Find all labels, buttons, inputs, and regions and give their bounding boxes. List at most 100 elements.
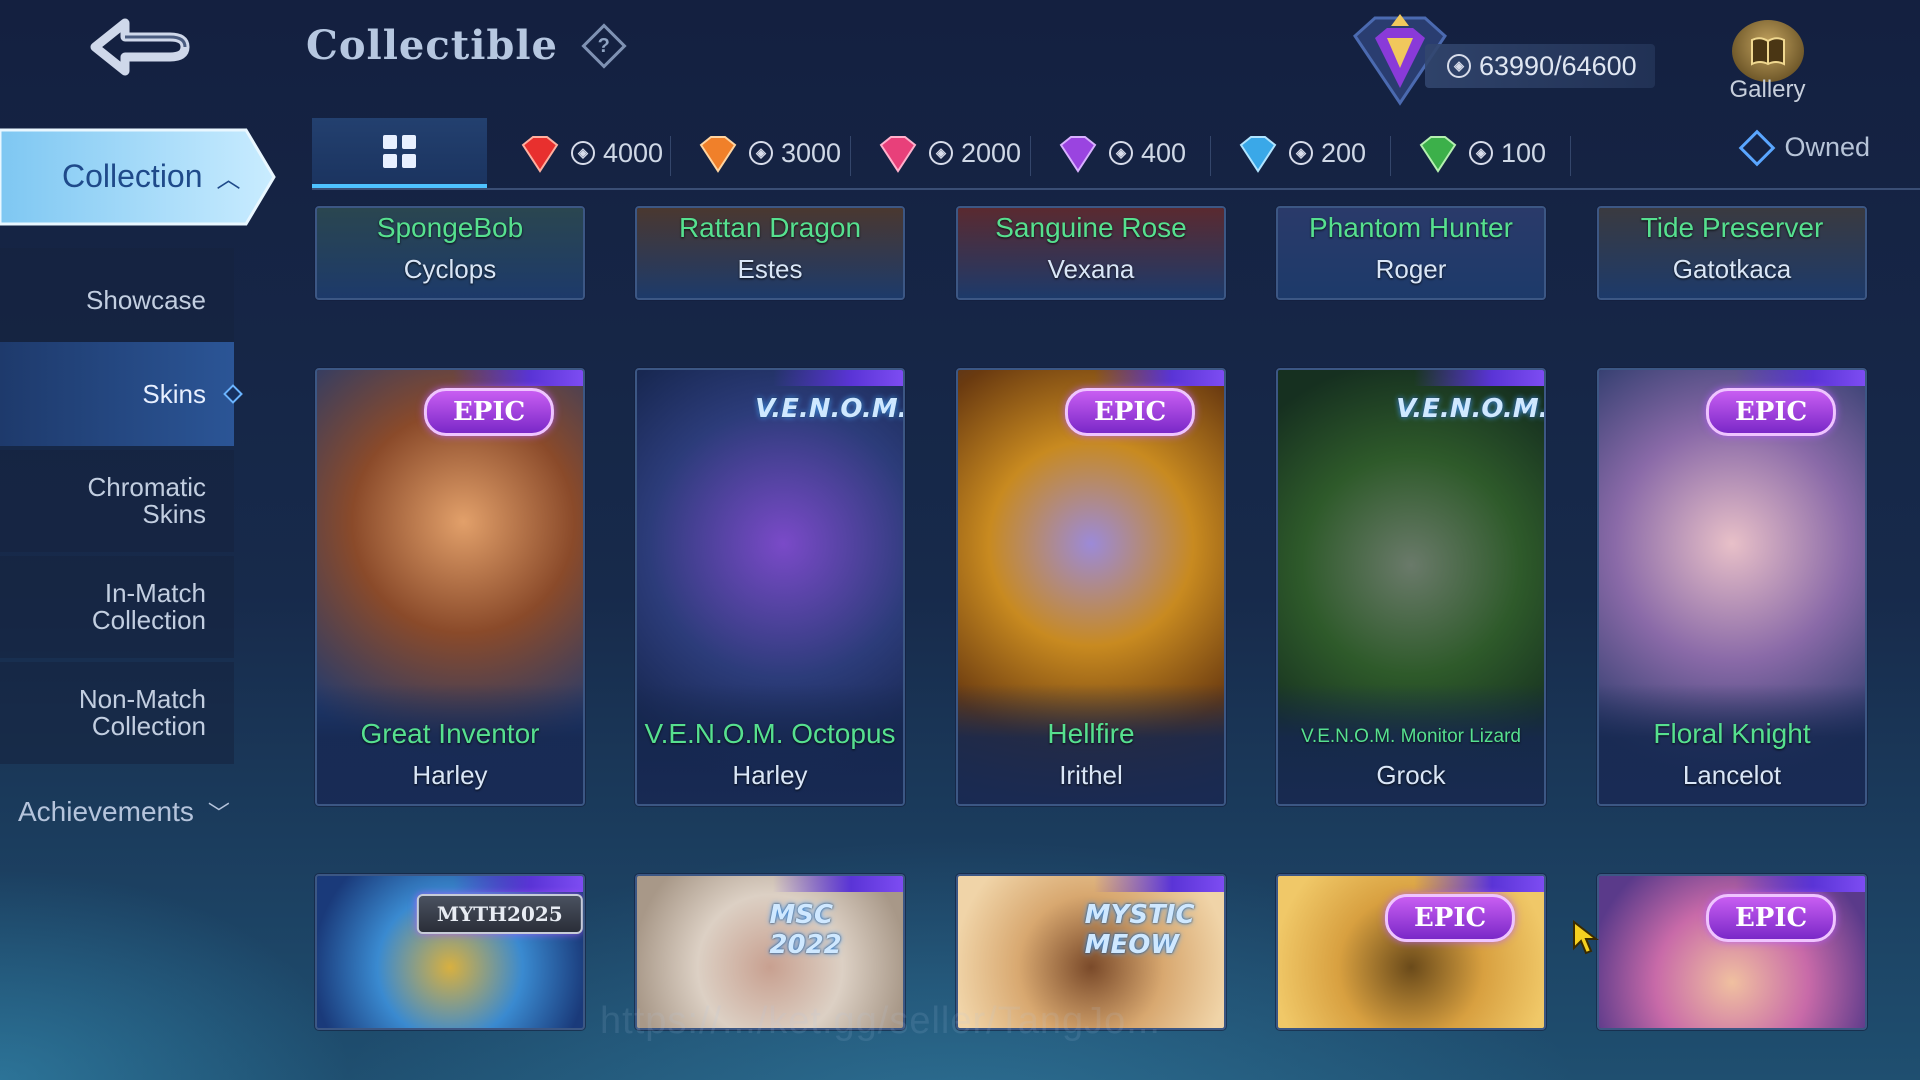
blue-gem-icon xyxy=(1239,136,1277,173)
tab-tier-200[interactable]: ◈ 200 xyxy=(1213,118,1393,188)
sidebar-item-label: Skins xyxy=(142,378,206,409)
hero-name: Vexana xyxy=(1047,254,1135,284)
skin-card-great-inventor[interactable]: EPIC Great Inventor Harley xyxy=(315,368,585,806)
sidebar-item-non-match-collection[interactable]: Non-Match Collection xyxy=(0,662,234,764)
points-value: 63990/64600 xyxy=(1479,50,1637,81)
collection-coin-icon: ◈ xyxy=(1469,141,1493,165)
tab-tier-2000[interactable]: ◈ 2000 xyxy=(853,118,1033,188)
back-arrow-icon xyxy=(90,18,190,76)
skin-name: Floral Knight xyxy=(1653,718,1811,749)
mouse-cursor-icon xyxy=(1573,920,1599,955)
skin-name: SpongeBob xyxy=(376,212,524,243)
sidebar-item-in-match-collection[interactable]: In-Match Collection xyxy=(0,556,234,658)
skin-card-venom-octopus[interactable]: V.E.N.O.M. V.E.N.O.M. Octopus Harley xyxy=(635,368,905,806)
sidebar-item-label: Chromatic Skins xyxy=(87,472,206,529)
sidebar-item-label: In-Match Collection xyxy=(91,578,206,635)
epic-badge: EPIC xyxy=(1705,388,1837,436)
card-ribbon xyxy=(1414,370,1544,386)
skin-card[interactable]: EPIC xyxy=(1597,874,1867,1030)
hero-name: Irithel xyxy=(1059,760,1123,790)
tab-divider xyxy=(1390,136,1391,176)
sidebar-achievements[interactable]: Achievements ﹀ xyxy=(18,796,230,828)
tab-divider xyxy=(1570,136,1571,176)
sidebar-item-label: Non-Match Collection xyxy=(78,684,206,741)
card-ribbon xyxy=(1094,370,1224,386)
hero-name: Harley xyxy=(732,760,808,790)
skin-card[interactable]: Phantom Hunter Roger xyxy=(1276,206,1546,300)
mystic-meow-logo: MYSTIC MEOW xyxy=(1084,900,1195,960)
skin-name: Rattan Dragon xyxy=(678,212,862,243)
collection-coin-icon: ◈ xyxy=(749,141,773,165)
pink-gem-icon xyxy=(879,136,917,173)
skin-card[interactable]: Tide Preserver Gatotkaca xyxy=(1597,206,1867,300)
tab-value: 4000 xyxy=(603,137,664,168)
epic-badge: EPIC xyxy=(1384,894,1516,942)
gallery-button[interactable]: Gallery xyxy=(1715,20,1820,110)
sidebar-collection-label: Collection xyxy=(62,158,203,194)
tab-value: 200 xyxy=(1321,137,1367,168)
tab-divider xyxy=(1030,136,1031,176)
skin-card[interactable]: EPIC xyxy=(1276,874,1546,1030)
skin-card[interactable]: Sanguine Rose Vexana xyxy=(956,206,1226,300)
skin-card-hellfire[interactable]: EPIC Hellfire Irithel xyxy=(956,368,1226,806)
watermark: https://.../ket.gg/seller/TangJo... xyxy=(600,1000,1161,1042)
epic-badge: EPIC xyxy=(423,388,555,436)
collection-coin-icon: ◈ xyxy=(571,141,595,165)
card-ribbon xyxy=(1414,876,1544,892)
card-ribbon xyxy=(1094,876,1224,892)
sidebar-item-label: Showcase xyxy=(86,284,206,315)
skin-name: V.E.N.O.M. Octopus xyxy=(644,718,896,749)
skin-name: Tide Preserver xyxy=(1640,212,1824,243)
skin-name: Great Inventor xyxy=(360,718,540,749)
hero-name: Lancelot xyxy=(1682,760,1782,790)
sidebar-collection[interactable]: Collection ︿ xyxy=(0,124,276,230)
card-ribbon xyxy=(1735,370,1865,386)
red-gem-icon xyxy=(521,136,559,173)
sidebar-item-chromatic-skins[interactable]: Chromatic Skins xyxy=(0,450,234,552)
chevron-up-icon: ︿ xyxy=(216,166,241,193)
orange-gem-icon xyxy=(699,136,737,173)
tab-value: 3000 xyxy=(781,137,842,168)
tab-divider xyxy=(1210,136,1211,176)
owned-label: Owned xyxy=(1784,132,1870,162)
sidebar-item-skins[interactable]: Skins xyxy=(0,342,234,446)
skin-card[interactable]: Rattan Dragon Estes xyxy=(635,206,905,300)
skin-card[interactable]: MYTH2025 xyxy=(315,874,585,1030)
hero-name: Grock xyxy=(1376,760,1446,790)
epic-badge: EPIC xyxy=(1064,388,1196,436)
venom-logo: V.E.N.O.M. xyxy=(1396,394,1546,424)
back-button[interactable] xyxy=(70,10,220,90)
tab-tier-4000[interactable]: ◈ 4000 xyxy=(495,118,673,188)
tab-tier-100[interactable]: ◈ 100 xyxy=(1393,118,1573,188)
skin-card-venom-monitor-lizard[interactable]: V.E.N.O.M. V.E.N.O.M. Monitor Lizard Gro… xyxy=(1276,368,1546,806)
tab-tier-3000[interactable]: ◈ 3000 xyxy=(673,118,853,188)
sidebar-item-showcase[interactable]: Showcase xyxy=(0,248,234,352)
myth-badge: MYTH2025 xyxy=(416,894,583,934)
venom-logo: V.E.N.O.M. xyxy=(755,394,905,424)
achievements-label: Achievements xyxy=(18,796,194,827)
tab-all[interactable] xyxy=(312,118,487,188)
msc-logo: MSC 2022 xyxy=(769,900,842,960)
gallery-label: Gallery xyxy=(1729,76,1806,103)
tier-tabs: ◈ 4000 ◈ 3000 ◈ 2000 ◈ 400 ◈ 200 ◈ 100 O… xyxy=(312,118,1920,190)
card-ribbon xyxy=(773,876,903,892)
hero-name: Harley xyxy=(412,760,488,790)
card-ribbon xyxy=(453,876,583,892)
question-diamond-icon[interactable]: ? xyxy=(581,22,627,69)
skin-name: Phantom Hunter xyxy=(1309,212,1513,243)
owned-filter[interactable]: Owned xyxy=(1739,129,1870,166)
page-title: Collectible xyxy=(306,22,558,69)
gallery-book-icon xyxy=(1731,20,1804,82)
skin-card-floral-knight[interactable]: EPIC Floral Knight Lancelot xyxy=(1597,368,1867,806)
card-ribbon xyxy=(1735,876,1865,892)
hero-name: Estes xyxy=(737,254,803,284)
tab-divider xyxy=(850,136,851,176)
collection-coin-icon: ◈ xyxy=(1289,141,1313,165)
hero-name: Roger xyxy=(1375,254,1447,284)
skin-card[interactable]: SpongeBob Cyclops xyxy=(315,206,585,300)
collection-coin-icon: ◈ xyxy=(1109,141,1133,165)
skin-name: V.E.N.O.M. Monitor Lizard xyxy=(1301,726,1521,747)
tab-value: 400 xyxy=(1141,137,1187,168)
collection-coin-icon: ◈ xyxy=(929,141,953,165)
tab-tier-400[interactable]: ◈ 400 xyxy=(1033,118,1213,188)
